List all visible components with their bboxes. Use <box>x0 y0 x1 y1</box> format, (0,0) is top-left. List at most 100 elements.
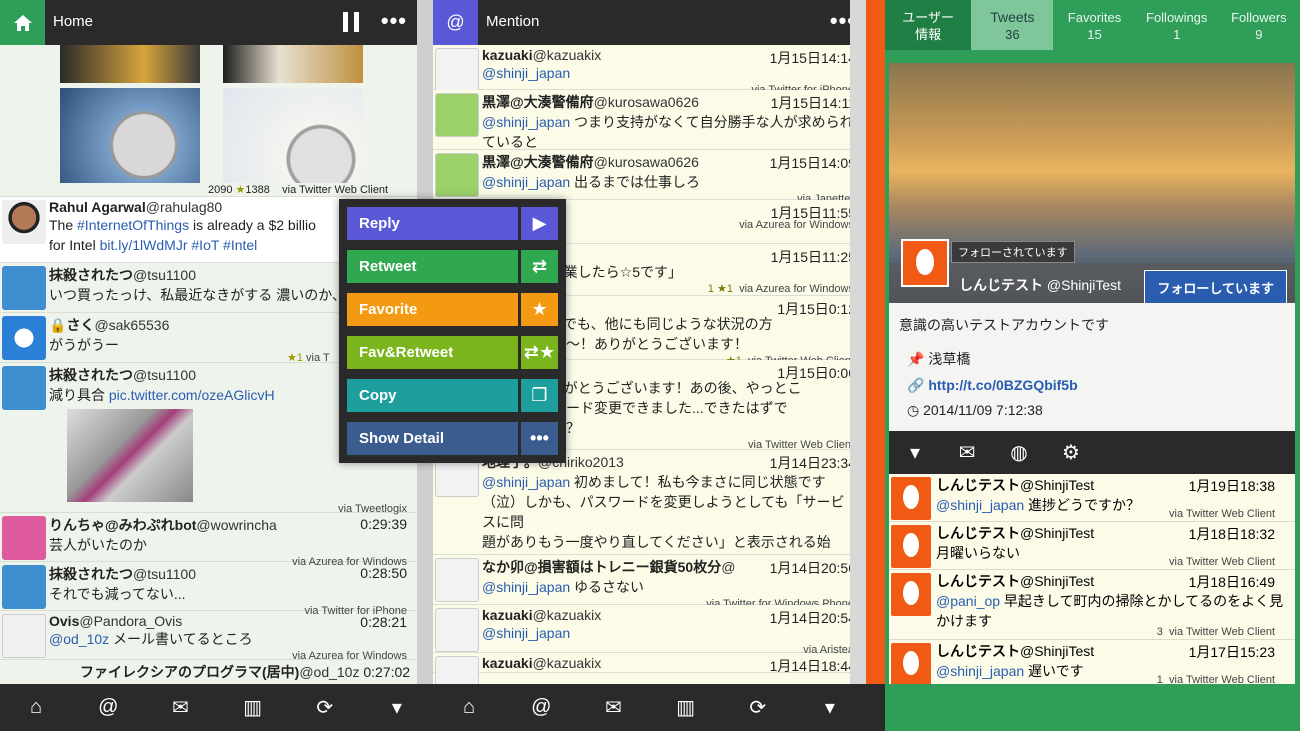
mention-link[interactable]: @pani_op <box>936 593 1000 609</box>
avatar[interactable] <box>891 477 931 520</box>
compose-icon[interactable]: ▾ <box>810 695 850 720</box>
hashtag-link[interactable]: #InternetOfThings <box>77 217 189 233</box>
tweet[interactable]: なか卯@損害額はトレニー銀貨50枚分@ @shinji_japan ゆるさない vi… <box>433 555 866 610</box>
more-icon[interactable]: ••• <box>381 8 407 34</box>
avatar[interactable] <box>435 93 479 137</box>
tweet[interactable]: kazuaki@kazuakix @shinji_japan via Aristea… <box>433 605 866 656</box>
menu-item-retweet[interactable]: Retweet ⇄ <box>347 250 558 283</box>
url-link[interactable]: bit.ly/1lWdMJr <box>100 237 188 253</box>
tab-followings[interactable]: Followings 1 <box>1136 0 1218 50</box>
menu-item-show-detail[interactable]: Show Detail ••• <box>347 422 558 455</box>
tweet[interactable]: しんじテスト@ShinjiTest 月曜いらない 1月18日18:32 via Twi… <box>889 522 1295 570</box>
compose-icon[interactable]: ▾ <box>377 695 417 720</box>
mention-link[interactable]: @shinji_japan <box>936 663 1024 679</box>
menu-item-fav-retweet[interactable]: Fav&Retweet ⇄★ <box>347 336 558 369</box>
avatar[interactable] <box>2 200 46 244</box>
home-header: Home ••• <box>0 0 417 45</box>
mention-link[interactable]: @shinji_japan <box>482 474 570 490</box>
home-icon[interactable]: ⌂ <box>449 696 489 719</box>
follow-button[interactable]: フォローしています <box>1144 270 1287 305</box>
tweet-image[interactable] <box>223 88 363 183</box>
mention-bottom-bar: ⌂ @ ✉ ▥ ⟳ ▾ <box>433 684 866 731</box>
avatar[interactable] <box>2 366 46 410</box>
avatar[interactable] <box>435 48 479 92</box>
tweet[interactable]: しんじテスト@ShinjiTest @shinji_japan 遅いです 1月17日… <box>889 640 1295 684</box>
lists-icon[interactable]: ▥ <box>666 695 706 720</box>
tweet[interactable]: しんじテスト@ShinjiTest @shinji_japan 進捗どうですか？ 1… <box>889 474 1295 522</box>
avatar[interactable] <box>2 565 46 609</box>
avatar[interactable] <box>2 316 46 360</box>
via: via Twitter Web Client <box>282 184 389 196</box>
user-info-column: ユーザー 情報 Tweets 36 Favorites 15 Followings 1… <box>885 0 1300 731</box>
tweet[interactable]: 黒澤@大湊警備府@kurosawa0626 @shinji_japan 出るまでは… <box>433 150 866 205</box>
profile-url[interactable]: http://t.co/0BZGQbif5b <box>928 377 1077 393</box>
tweet[interactable]: 抹殺されたつ@tsu1100 それでも減ってない... via Twitter … <box>0 562 417 617</box>
tweet[interactable]: kazuaki@kazuakix@shinji_japanvia Twitter… <box>433 45 866 96</box>
menu-item-copy[interactable]: Copy ❐ <box>347 379 558 412</box>
globe-icon[interactable]: ◍ <box>993 440 1045 465</box>
mention-link[interactable]: @shinji_japan <box>482 625 570 641</box>
user-toolbar: ▾ ✉ ◍ ⚙ <box>889 431 1295 474</box>
tweet[interactable]: Ovis@Pandora_Ovis @od_10z メール書いてるところ via… <box>0 611 417 662</box>
profile-created: 2014/11/09 7:12:38 <box>923 402 1043 418</box>
avatar[interactable] <box>435 656 479 684</box>
hashtag-link[interactable]: #IoT #Intel <box>188 237 257 253</box>
tab-favorites[interactable]: Favorites 15 <box>1053 0 1135 50</box>
tweet[interactable]: しんじテスト@ShinjiTest @pani_op 早起きして町内の掃除とかして… <box>889 570 1295 640</box>
home-icon[interactable] <box>0 0 45 45</box>
mention-link[interactable]: @shinji_japan <box>936 497 1024 513</box>
tab-tweets[interactable]: Tweets 36 <box>971 0 1054 50</box>
profile-avatar[interactable] <box>901 239 949 287</box>
menu-item-reply[interactable]: Reply ▶ <box>347 207 558 240</box>
tweet[interactable]: 黒澤@大湊警備府@kurosawa0626 @shinji_japan つまり支持… <box>433 90 866 165</box>
refresh-icon[interactable]: ⟳ <box>305 695 345 720</box>
tweet-image[interactable] <box>223 45 363 83</box>
mention-link[interactable]: @od_10z <box>49 631 109 647</box>
at-icon[interactable]: @ <box>88 696 128 719</box>
scrollbar[interactable] <box>850 0 866 684</box>
avatar[interactable] <box>2 516 46 560</box>
home-icon[interactable]: ⌂ <box>16 696 56 719</box>
menu-item-favorite[interactable]: Favorite ★ <box>347 293 558 326</box>
mention-link[interactable]: @shinji_japan <box>482 579 570 595</box>
tweet-media[interactable]: 2090 ★1388 via Twitter Web Client <box>0 45 417 197</box>
avatar[interactable] <box>2 266 46 310</box>
tweet[interactable]: りんちゃ@みわぷれbot@wowrincha 芸人がいたのか via Azure… <box>0 513 417 568</box>
avatar[interactable] <box>891 525 931 568</box>
avatar[interactable] <box>891 643 931 684</box>
home-bottom-bar: ⌂ @ ✉ ▥ ⟳ ▾ <box>0 684 433 731</box>
mention-link[interactable]: @shinji_japan <box>482 114 570 130</box>
pause-icon[interactable] <box>343 12 359 32</box>
gear-icon[interactable]: ⚙ <box>1045 440 1097 465</box>
avatar[interactable] <box>435 153 479 197</box>
avatar[interactable] <box>891 573 931 616</box>
avatar[interactable] <box>435 558 479 602</box>
tweet[interactable]: kazuaki@kazuakix 1月14日18:44 <box>433 653 866 684</box>
lists-icon[interactable]: ▥ <box>233 695 273 720</box>
tweet-image[interactable] <box>60 88 200 183</box>
avatar[interactable] <box>2 614 46 658</box>
mention-link[interactable]: @shinji_japan <box>482 174 570 190</box>
clock-icon: ◷ <box>907 402 920 418</box>
mention-link[interactable]: @shinji_japan <box>482 65 570 81</box>
tab-followers[interactable]: Followers 9 <box>1218 0 1300 50</box>
context-menu: Reply ▶ Retweet ⇄ Favorite ★ Fav&Retweet ⇄★ Copy… <box>339 199 566 463</box>
tweet-image[interactable] <box>67 409 193 502</box>
image-link[interactable]: pic.twitter.com/ozeAGlicvH <box>109 387 275 403</box>
more-icon: ••• <box>521 422 558 455</box>
mail-icon[interactable]: ✉ <box>593 695 633 720</box>
link-icon: 🔗 <box>907 377 925 393</box>
tweet[interactable]: ファイレクシアのプログラマ(居中)@od_10z 0:27:02 <box>0 660 417 684</box>
mail-icon[interactable]: ✉ <box>160 695 200 720</box>
tweet[interactable]: 地理子。@chiriko2013@shinji_japan 初めまして！私も今ま… <box>433 450 866 605</box>
at-icon[interactable]: @ <box>521 696 561 719</box>
reply-icon[interactable]: ▾ <box>889 440 941 465</box>
at-icon[interactable]: @ <box>433 0 478 45</box>
tweet-image[interactable] <box>60 45 200 83</box>
profile-name: しんじテスト <box>959 277 1043 293</box>
mail-icon[interactable]: ✉ <box>941 440 993 465</box>
tab-user-info[interactable]: ユーザー 情報 <box>885 0 972 50</box>
fav-count: 1388 <box>245 184 270 196</box>
avatar[interactable] <box>435 608 479 652</box>
refresh-icon[interactable]: ⟳ <box>738 695 778 720</box>
